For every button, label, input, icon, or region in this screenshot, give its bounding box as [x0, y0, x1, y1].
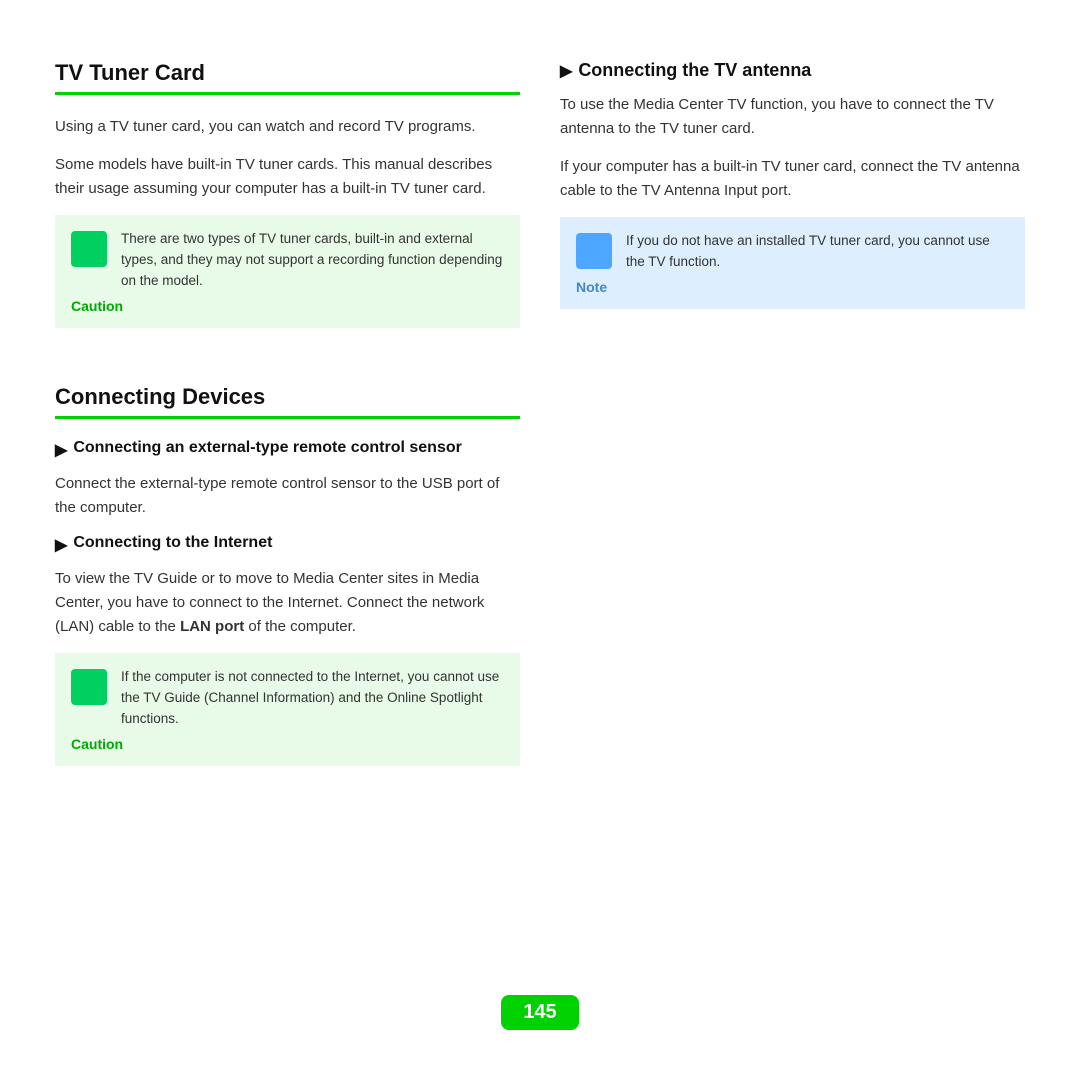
note-label: Note	[576, 279, 607, 295]
caution-label-1: Caution	[71, 298, 123, 314]
ext-remote-title-text: Connecting an external-type remote contr…	[73, 439, 462, 457]
tv-tuner-para2: Some models have built-in TV tuner cards…	[55, 153, 520, 201]
page-number-container: 145	[55, 995, 1025, 1040]
tv-tuner-caution-text: There are two types of TV tuner cards, b…	[121, 229, 504, 292]
caution-icon-2	[71, 669, 107, 705]
tv-antenna-section: ▶ Connecting the TV antenna To use the M…	[560, 60, 1025, 329]
internet-subsection-title: ▶ Connecting to the Internet	[55, 534, 520, 555]
tv-tuner-underline	[55, 92, 520, 95]
connecting-devices-title: Connecting Devices	[55, 384, 520, 410]
tv-antenna-subsection-title: ▶ Connecting the TV antenna	[560, 60, 1025, 81]
internet-caution-text: If the computer is not connected to the …	[121, 667, 504, 730]
tv-tuner-para1: Using a TV tuner card, you can watch and…	[55, 115, 520, 139]
note-icon	[576, 233, 612, 269]
internet-para-text2: of the computer.	[244, 618, 356, 635]
connecting-devices-underline	[55, 416, 520, 419]
page-number: 145	[501, 995, 578, 1030]
tv-antenna-arrow: ▶	[560, 61, 572, 81]
tv-antenna-note-box: If you do not have an installed TV tuner…	[560, 217, 1025, 309]
tv-antenna-para1: To use the Media Center TV function, you…	[560, 93, 1025, 141]
internet-title-text: Connecting to the Internet	[73, 534, 272, 552]
internet-para-bold: LAN port	[180, 618, 244, 635]
internet-arrow: ▶	[55, 535, 67, 555]
ext-remote-subsection-title: ▶ Connecting an external-type remote con…	[55, 439, 520, 460]
caution-icon-1	[71, 231, 107, 267]
connecting-devices-section: Connecting Devices ▶ Connecting an exter…	[55, 384, 520, 794]
ext-remote-arrow: ▶	[55, 440, 67, 460]
tv-tuner-section: TV Tuner Card Using a TV tuner card, you…	[55, 60, 520, 356]
tv-antenna-title-text: Connecting the TV antenna	[578, 60, 811, 81]
ext-remote-para: Connect the external-type remote control…	[55, 472, 520, 520]
caution-label-2: Caution	[71, 736, 123, 752]
internet-caution-box: If the computer is not connected to the …	[55, 653, 520, 766]
tv-tuner-title: TV Tuner Card	[55, 60, 520, 86]
internet-para: To view the TV Guide or to move to Media…	[55, 567, 520, 639]
tv-antenna-note-text: If you do not have an installed TV tuner…	[626, 231, 1009, 273]
tv-antenna-para2: If your computer has a built-in TV tuner…	[560, 155, 1025, 203]
tv-tuner-caution-box: There are two types of TV tuner cards, b…	[55, 215, 520, 328]
